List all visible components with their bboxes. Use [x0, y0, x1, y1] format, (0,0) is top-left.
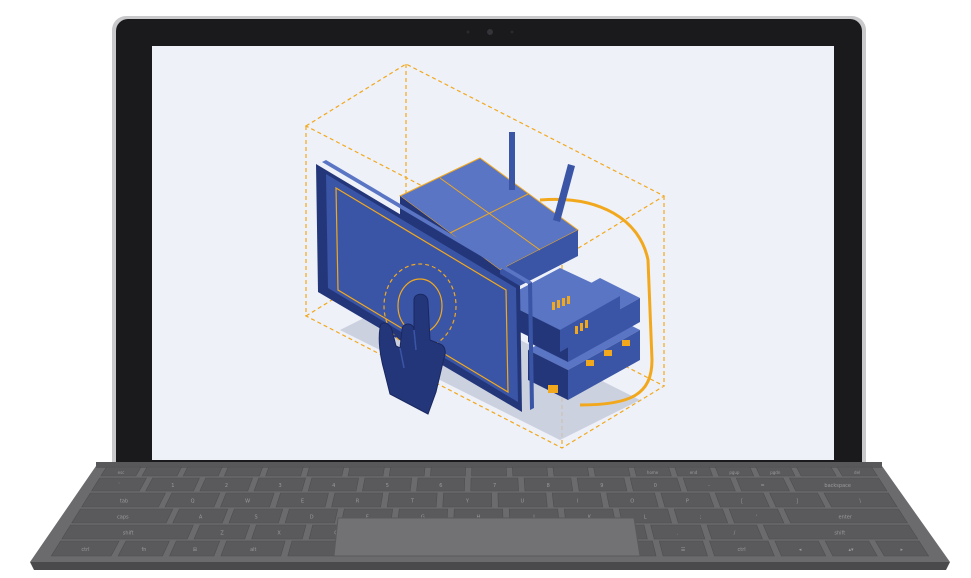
- key-label: -: [708, 483, 710, 489]
- keyboard-key[interactable]: [224, 466, 264, 477]
- key-label: backspace: [824, 483, 851, 489]
- keyboard-key[interactable]: [593, 466, 631, 477]
- key-label: 9: [600, 483, 603, 489]
- key-label: enter: [839, 515, 853, 521]
- keyboard-edge: [30, 562, 950, 570]
- key-label: home: [647, 470, 659, 475]
- keyboard-key[interactable]: [141, 466, 182, 477]
- key-label: 3: [279, 483, 282, 489]
- key-label: pgup: [729, 470, 740, 475]
- device-scene: esc home end pgup pgdn del ` 1 2 3 4 5 6 7 8 9 0 - = backsp…: [30, 16, 950, 570]
- touchpad[interactable]: [333, 517, 641, 557]
- camera-icon: [487, 29, 493, 35]
- keyboard-key[interactable]: [306, 466, 345, 477]
- key-label: del: [854, 470, 860, 475]
- key-label: 6: [439, 483, 442, 489]
- keyboard-cover: esc home end pgup pgdn del ` 1 2 3 4 5 6 7 8 9 0 - = backsp…: [30, 462, 950, 570]
- key-label: 4: [332, 483, 335, 489]
- key-label: =: [760, 483, 764, 489]
- keyboard-key[interactable]: [265, 466, 304, 477]
- key-label: L: [644, 515, 647, 521]
- key-label: ctrl: [81, 547, 89, 553]
- key-label: R: [356, 499, 360, 505]
- key-label: shift: [834, 531, 845, 537]
- key-label: 5: [386, 483, 389, 489]
- key-label: U: [520, 499, 524, 505]
- key-label: tab: [120, 499, 128, 505]
- key-label: ☰: [681, 547, 686, 553]
- key-label: ⊞: [193, 547, 197, 553]
- key-label: 0: [654, 483, 657, 489]
- keyboard-key[interactable]: [471, 466, 507, 477]
- keyboard-key[interactable]: [430, 466, 466, 477]
- key-label: ': [756, 515, 757, 521]
- key-label: O: [630, 499, 634, 505]
- antenna-icon: [509, 132, 515, 190]
- key-label: caps: [117, 515, 129, 521]
- key-label: pgdn: [770, 470, 781, 475]
- key-label: P: [686, 499, 689, 505]
- key-label: E: [301, 499, 304, 505]
- key-label: 7: [493, 483, 496, 489]
- key-label: Z: [220, 531, 224, 537]
- keyboard-key[interactable]: [552, 466, 590, 477]
- key-label: A: [199, 515, 203, 521]
- key-label: [: [741, 499, 743, 505]
- keyboard-key[interactable]: [347, 466, 385, 477]
- key-label: X: [277, 531, 281, 537]
- sensor-icon: [510, 30, 514, 34]
- keyboard-key[interactable]: [182, 466, 223, 477]
- key-label: end: [690, 470, 698, 475]
- key-label: Q: [191, 499, 195, 505]
- key-label: ▴▾: [848, 547, 854, 553]
- key-label: D: [310, 515, 314, 521]
- key-label: `: [118, 483, 121, 489]
- key-label: S: [255, 515, 258, 521]
- key-label: W: [245, 499, 250, 505]
- sensor-icon: [466, 30, 470, 34]
- key-label: esc: [118, 470, 125, 475]
- key-label: fn: [142, 547, 147, 553]
- keyboard-key[interactable]: [796, 466, 837, 477]
- key-label: ]: [796, 499, 798, 505]
- key-label: shift: [123, 531, 134, 537]
- keyboard-key[interactable]: [512, 466, 549, 477]
- key-label: 1: [171, 483, 174, 489]
- keyboard-key[interactable]: [388, 466, 426, 477]
- key-label: alt: [250, 547, 256, 553]
- key-label: ctrl: [738, 547, 746, 553]
- key-label: I: [577, 499, 578, 505]
- key-label: 8: [547, 483, 550, 489]
- key-label: 2: [225, 483, 228, 489]
